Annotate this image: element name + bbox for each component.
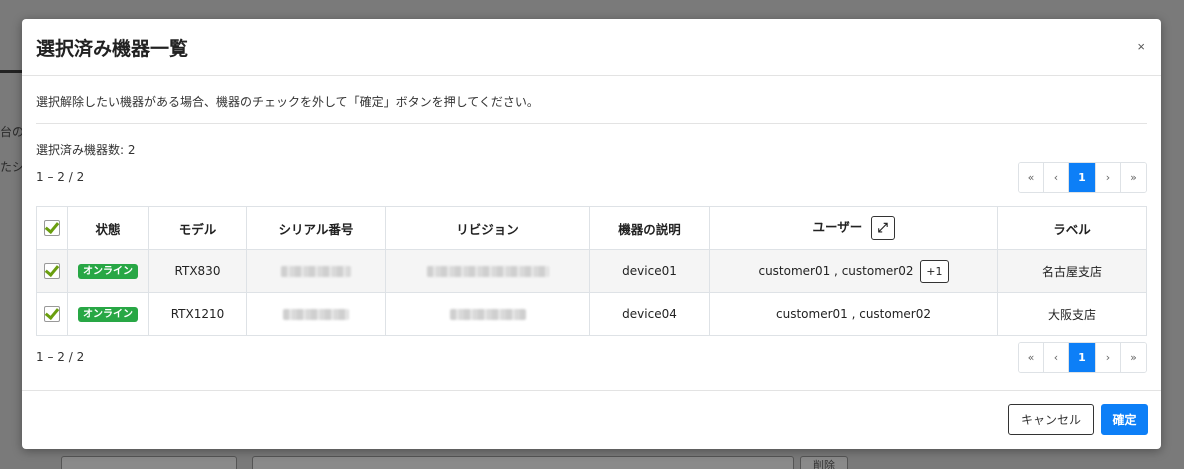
next-page-button[interactable]: › — [1096, 163, 1121, 192]
status-cell: オンライン — [67, 249, 149, 293]
close-button[interactable]: × — [1133, 37, 1149, 56]
range-text: 1 – 2 / 2 — [36, 170, 85, 184]
last-page-button[interactable]: » — [1121, 343, 1146, 372]
column-description: 機器の説明 — [589, 206, 710, 250]
column-revision: リビジョン — [385, 206, 590, 250]
pagination-row-bottom: 1 – 2 / 2 « ‹ 1 › » — [36, 342, 1147, 373]
modal-title: 選択済み機器一覧 — [36, 38, 189, 60]
pagination: « ‹ 1 › » — [1018, 342, 1147, 373]
column-status: 状態 — [67, 206, 149, 250]
column-label: ラベル — [997, 206, 1147, 250]
devices-table: 状態 モデル シリアル番号 リビジョン 機器の説明 ユーザー ⤢ ラベル オンラ… — [36, 206, 1147, 336]
row-checkbox[interactable] — [44, 263, 60, 279]
user-cell: customer01 , customer02 — [709, 292, 998, 336]
row-checkbox[interactable] — [44, 306, 60, 322]
revision-cell — [385, 249, 590, 293]
first-page-button[interactable]: « — [1019, 343, 1044, 372]
prev-page-button[interactable]: ‹ — [1044, 163, 1069, 192]
modal-body: 選択解除したい機器がある場合、機器のチェックを外して「確定」ボタンを押してくださ… — [22, 76, 1161, 373]
column-user-label: ユーザー — [812, 219, 863, 235]
status-badge: オンライン — [78, 264, 138, 279]
background-delete-button: 削除 — [800, 456, 848, 469]
description-cell: device01 — [589, 249, 710, 293]
user-list: customer01 , customer02 — [758, 263, 914, 278]
cancel-button[interactable]: キャンセル — [1008, 404, 1094, 435]
prev-page-button[interactable]: ‹ — [1044, 343, 1069, 372]
more-users-button[interactable]: +1 — [920, 259, 949, 283]
status-cell: オンライン — [67, 292, 149, 336]
select-all-checkbox[interactable] — [44, 220, 60, 237]
status-badge: オンライン — [78, 307, 138, 322]
pagination: « ‹ 1 › » — [1018, 162, 1147, 193]
background-input — [252, 456, 794, 469]
user-list: customer01 , customer02 — [776, 307, 931, 321]
redacted-serial — [283, 309, 349, 320]
redacted-revision — [449, 309, 526, 320]
background-tab-indicator — [0, 70, 22, 73]
serial-cell — [246, 249, 386, 293]
redacted-serial — [281, 266, 351, 277]
table-row: オンライン RTX830 device01 customer01 , custo… — [36, 249, 1147, 293]
column-model: モデル — [148, 206, 247, 250]
description-cell: device04 — [589, 292, 710, 336]
selected-count: 選択済み機器数: 2 — [36, 143, 136, 157]
first-page-button[interactable]: « — [1019, 163, 1044, 192]
next-page-button[interactable]: › — [1096, 343, 1121, 372]
range-text: 1 – 2 / 2 — [36, 350, 85, 364]
pagination-row-top: 1 – 2 / 2 « ‹ 1 › » — [36, 162, 1147, 193]
column-user: ユーザー ⤢ — [709, 206, 998, 250]
confirm-button[interactable]: 確定 — [1101, 404, 1148, 435]
model-cell: RTX830 — [148, 249, 247, 293]
page-1-button[interactable]: 1 — [1069, 343, 1096, 372]
selected-devices-modal: 選択済み機器一覧 × 選択解除したい機器がある場合、機器のチェックを外して「確定… — [22, 19, 1161, 449]
label-cell: 大阪支店 — [997, 292, 1147, 336]
row-checkbox-cell — [36, 292, 68, 336]
column-serial: シリアル番号 — [246, 206, 386, 250]
table-header-row: 状態 モデル シリアル番号 リビジョン 機器の説明 ユーザー ⤢ ラベル — [36, 206, 1147, 250]
last-page-button[interactable]: » — [1121, 163, 1146, 192]
modal-footer: キャンセル 確定 — [22, 390, 1161, 449]
background-text-fragment: たシ — [0, 160, 25, 174]
instruction-text: 選択解除したい機器がある場合、機器のチェックを外して「確定」ボタンを押してくださ… — [36, 76, 1147, 124]
serial-cell — [246, 292, 386, 336]
expand-icon[interactable]: ⤢ — [870, 216, 895, 240]
redacted-revision — [426, 266, 549, 277]
modal-header: 選択済み機器一覧 × — [22, 19, 1161, 76]
row-checkbox-cell — [36, 249, 68, 293]
page-1-button[interactable]: 1 — [1069, 163, 1096, 192]
label-cell: 名古屋支店 — [997, 249, 1147, 293]
model-cell: RTX1210 — [148, 292, 247, 336]
table-row: オンライン RTX1210 device04 customer01 , cust… — [36, 292, 1147, 336]
user-cell: customer01 , customer02 +1 — [709, 249, 998, 293]
background-button — [61, 456, 237, 469]
background-text-fragment: 台の — [0, 125, 25, 139]
revision-cell — [385, 292, 590, 336]
select-all-header — [36, 206, 68, 250]
